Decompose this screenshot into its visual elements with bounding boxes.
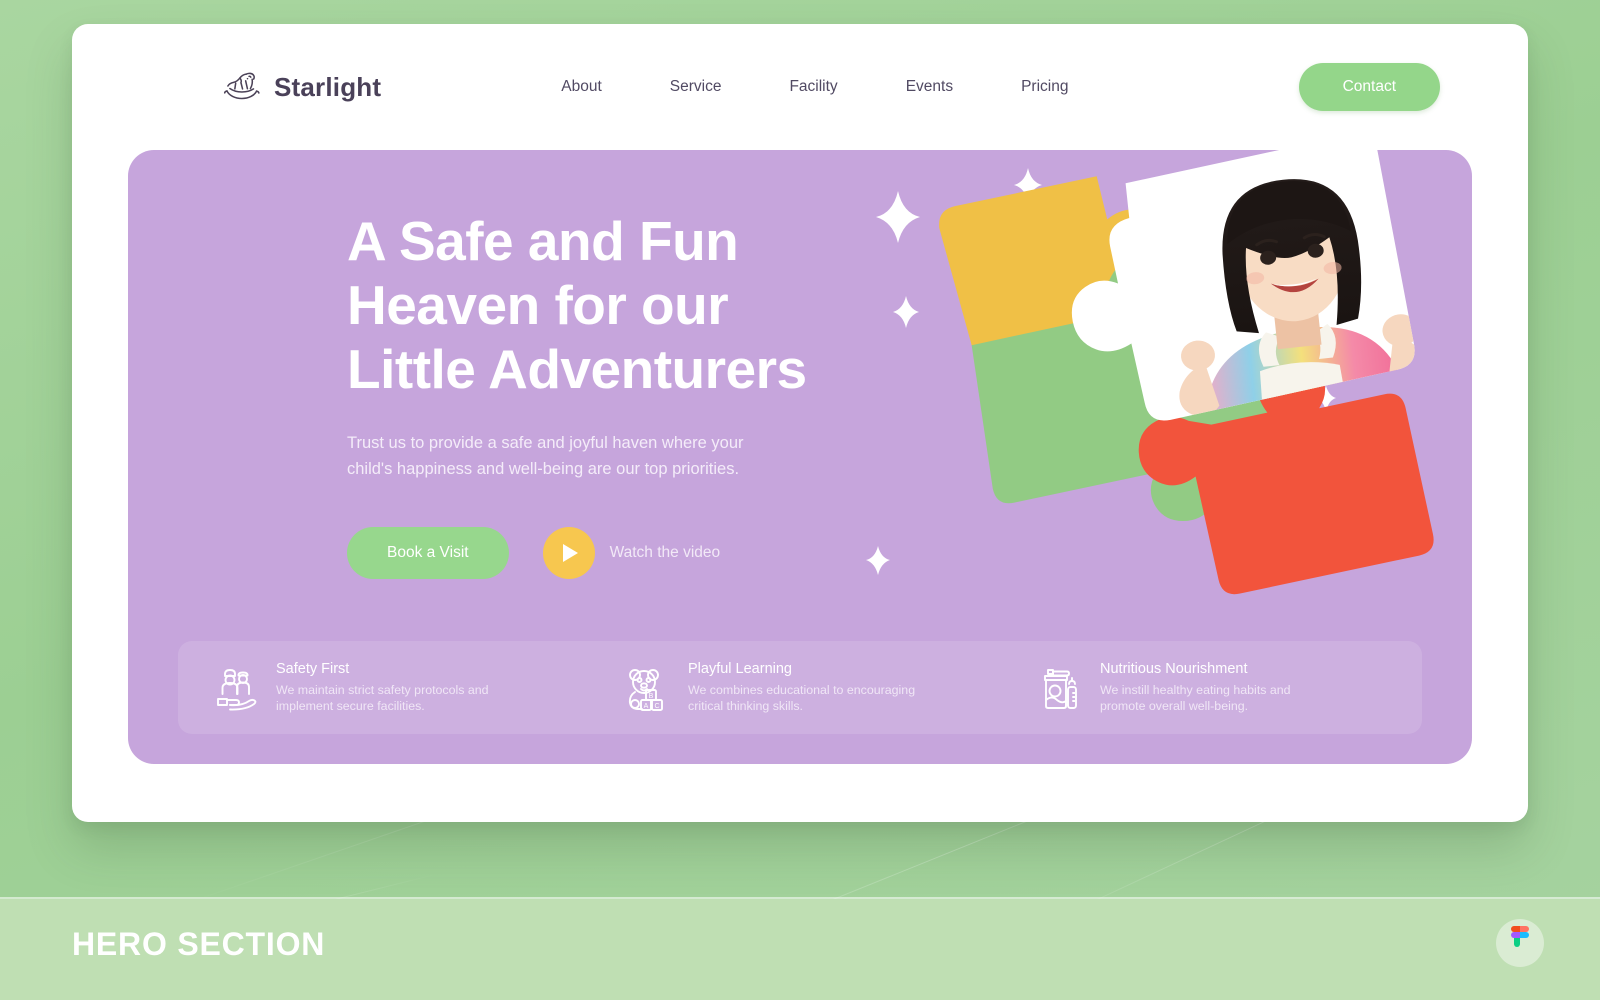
feature-title: Playful Learning bbox=[688, 660, 792, 677]
main-navigation: About Service Facility Events Pricing bbox=[527, 68, 1102, 106]
figma-logo-icon bbox=[1511, 926, 1529, 947]
website-preview-card: Starlight About Service Facility Events … bbox=[72, 24, 1528, 822]
feature-item-nutrition[interactable]: Nutritious Nourishment We instill health… bbox=[1010, 661, 1422, 715]
hero-subtitle: Trust us to provide a safe and joyful ha… bbox=[347, 434, 744, 479]
hero-actions: Book a Visit Watch the video bbox=[347, 526, 867, 579]
rocking-horse-icon bbox=[223, 72, 260, 100]
feature-text-nutrition: Nutritious Nourishment We instill health… bbox=[1100, 661, 1330, 715]
hero-copy: A Safe and Fun Heaven for our Little Adv… bbox=[347, 210, 867, 579]
nav-link-events[interactable]: Events bbox=[906, 68, 953, 106]
book-a-visit-button[interactable]: Book a Visit bbox=[347, 526, 509, 579]
hero-section: A Safe and Fun Heaven for our Little Adv… bbox=[128, 150, 1472, 764]
sparkle-icon bbox=[876, 191, 920, 243]
svg-text:B: B bbox=[649, 693, 654, 700]
feature-strip: Safety First We maintain strict safety p… bbox=[178, 641, 1422, 734]
nav-link-pricing[interactable]: Pricing bbox=[1021, 68, 1068, 106]
hero-title: A Safe and Fun Heaven for our Little Adv… bbox=[347, 210, 807, 400]
brand-logo[interactable]: Starlight bbox=[220, 69, 381, 105]
watch-video-control[interactable]: Watch the video bbox=[542, 526, 721, 579]
watch-video-label: Watch the video bbox=[609, 543, 721, 561]
jigsaw-puzzle-graphic bbox=[866, 150, 1434, 595]
feature-text-safety: Safety First We maintain strict safety p… bbox=[276, 661, 506, 715]
play-button-circle[interactable] bbox=[542, 526, 595, 579]
nav-link-facility[interactable]: Facility bbox=[789, 68, 837, 106]
feature-title: Safety First bbox=[276, 660, 350, 677]
brand-name: Starlight bbox=[274, 71, 382, 102]
feature-item-safety[interactable]: Safety First We maintain strict safety p… bbox=[178, 661, 598, 715]
family-in-hand-icon bbox=[217, 668, 257, 710]
teddy-bear-blocks-icon: B A C bbox=[628, 668, 663, 711]
contact-button[interactable]: Contact bbox=[1298, 63, 1440, 111]
svg-text:C: C bbox=[654, 703, 659, 710]
sparkle-icon bbox=[866, 546, 890, 575]
band-divider bbox=[0, 897, 1600, 899]
feature-desc: We maintain strict safety protocols and … bbox=[276, 682, 489, 714]
navbar: Starlight About Service Facility Events … bbox=[72, 24, 1528, 150]
feature-desc: We instill healthy eating habits and pro… bbox=[1100, 682, 1291, 714]
nav-link-service[interactable]: Service bbox=[670, 68, 722, 106]
feature-text-learning: Playful Learning We combines educational… bbox=[688, 661, 918, 715]
hero-illustration bbox=[858, 150, 1458, 626]
svg-text:A: A bbox=[644, 703, 649, 710]
section-label: HERO SECTION bbox=[72, 926, 326, 962]
play-triangle-icon bbox=[563, 543, 579, 562]
sparkle-icon bbox=[893, 296, 919, 328]
figma-badge[interactable] bbox=[1496, 919, 1544, 967]
nav-link-about[interactable]: About bbox=[561, 68, 602, 106]
baby-formula-bottle-icon bbox=[1044, 668, 1077, 709]
feature-title: Nutritious Nourishment bbox=[1100, 660, 1248, 677]
feature-item-learning[interactable]: B A C Playful Learning We combines educa… bbox=[598, 661, 1010, 715]
feature-desc: We combines educational to encouraging c… bbox=[688, 682, 916, 714]
